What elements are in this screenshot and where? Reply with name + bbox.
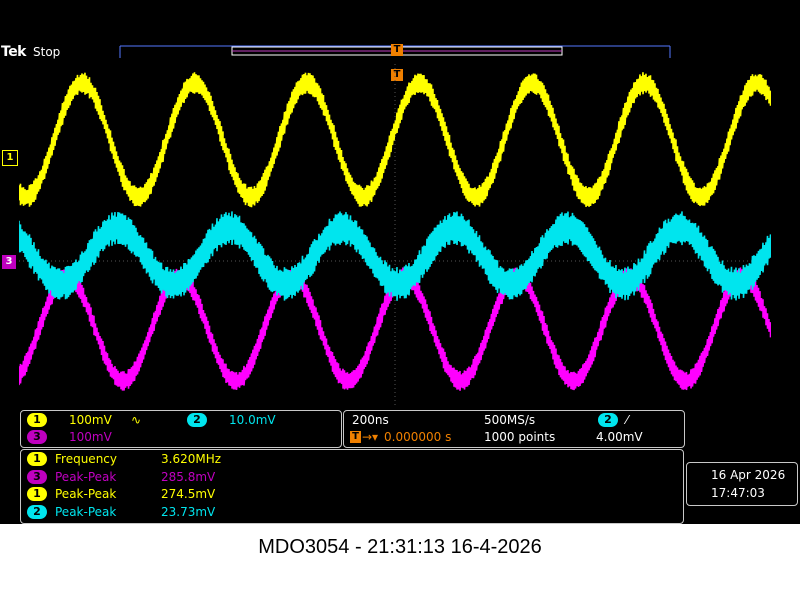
measurement-value: 3.620MHz	[161, 452, 221, 466]
measurement-label: Peak-Peak	[55, 470, 116, 484]
date-readout: 16 Apr 2026	[711, 468, 785, 482]
ch1-ground-marker[interactable]: 1	[2, 150, 18, 166]
image-caption: MDO3054 - 21:31:13 16-4-2026	[0, 536, 800, 559]
oscilloscope-screen: Tek Stop T T 1 3 1 100mV ∿ 2 10.0mV 3 10…	[0, 0, 800, 524]
waveform-graticule	[19, 64, 771, 408]
ch1-coupling-icon: ∿	[131, 413, 141, 427]
status-bar: Tek Stop T T	[0, 0, 800, 64]
trigger-icon: T	[350, 431, 361, 443]
measurement-channel-badge: 1	[27, 452, 47, 466]
time-per-division: 200ns	[352, 413, 389, 427]
sample-rate: 500MS/s	[484, 413, 535, 427]
measurement-value: 23.73mV	[161, 505, 215, 519]
time-readout: 17:47:03	[711, 486, 765, 500]
ch3-ground-marker[interactable]: 3	[2, 255, 16, 269]
record-length: 1000 points	[484, 430, 555, 444]
horizontal-settings-panel: 200ns 500MS/s 2 ⁄ T →▾ 0.000000 s 1000 p…	[343, 410, 685, 448]
measurement-value: 274.5mV	[161, 487, 215, 501]
datetime-panel: 16 Apr 2026 17:47:03	[686, 462, 798, 506]
trigger-source-badge[interactable]: 2	[598, 413, 618, 427]
trigger-position-value: 0.000000 s	[384, 430, 451, 444]
measurement-label: Frequency	[55, 452, 117, 466]
trigger-slope-icon: ⁄	[626, 413, 628, 427]
ch1-badge[interactable]: 1	[27, 413, 47, 427]
measurement-channel-badge: 1	[27, 487, 47, 501]
measurement-channel-badge: 2	[27, 505, 47, 519]
trigger-position-marker[interactable]: T	[391, 44, 403, 56]
trigger-level: 4.00mV	[596, 430, 643, 444]
ch1-scale: 100mV	[69, 413, 112, 427]
vertical-settings-panel: 1 100mV ∿ 2 10.0mV 3 100mV	[20, 410, 342, 448]
ch3-scale: 100mV	[69, 430, 112, 444]
arrow-down-icon: →▾	[362, 430, 378, 444]
measurement-panel: 1 Frequency 3.620MHz 3 Peak-Peak 285.8mV 1 Peak…	[20, 449, 684, 524]
measurement-label: Peak-Peak	[55, 505, 116, 519]
ch3-badge[interactable]: 3	[27, 430, 47, 444]
measurement-value: 285.8mV	[161, 470, 215, 484]
measurement-label: Peak-Peak	[55, 487, 116, 501]
waveform-traces	[19, 72, 771, 391]
ch2-badge[interactable]: 2	[187, 413, 207, 427]
measurement-channel-badge: 3	[27, 470, 47, 484]
ch2-scale: 10.0mV	[229, 413, 276, 427]
